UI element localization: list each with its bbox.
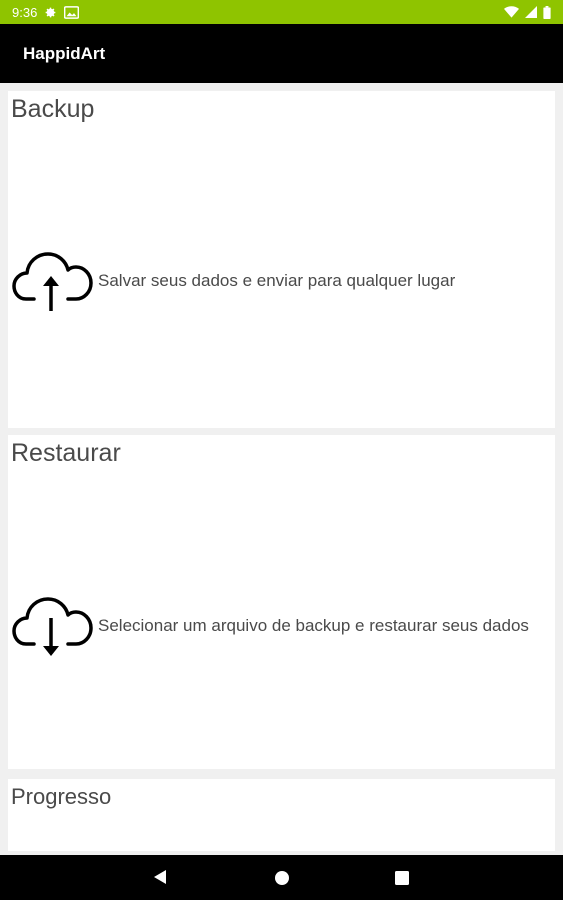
cloud-download-icon (12, 588, 94, 663)
settings-icon (44, 6, 57, 19)
back-icon[interactable] (153, 869, 167, 890)
restore-title: Restaurar (11, 439, 121, 467)
restore-body[interactable]: Selecionar um arquivo de backup e restau… (12, 588, 538, 663)
backup-description: Salvar seus dados e enviar para qualquer… (98, 270, 456, 290)
progress-title: Progresso (11, 784, 112, 809)
progress-card: Progresso (8, 779, 555, 851)
backup-body[interactable]: Salvar seus dados e enviar para qualquer… (12, 243, 538, 318)
nav-bar (0, 855, 563, 900)
wifi-icon (504, 6, 519, 18)
recents-icon[interactable] (395, 871, 409, 890)
app-bar: HappidArt (0, 24, 563, 83)
status-left: 9:36 (12, 4, 80, 20)
cloud-upload-icon (12, 243, 94, 318)
signal-icon (525, 6, 537, 18)
backup-title: Backup (11, 95, 95, 123)
home-icon[interactable] (275, 871, 289, 890)
backup-card[interactable]: Backup Salvar seus dados e enviar para q… (8, 91, 555, 428)
app-title: HappidArt (23, 43, 106, 63)
battery-icon (543, 5, 551, 19)
content-area: Backup Salvar seus dados e enviar para q… (0, 83, 563, 855)
restore-card[interactable]: Restaurar Selecionar um arquivo de backu… (8, 435, 555, 769)
restore-description: Selecionar um arquivo de backup e restau… (98, 615, 529, 635)
status-bar: 9:36 (0, 0, 563, 24)
photo-icon (64, 5, 80, 19)
status-time: 9:36 (12, 4, 38, 20)
status-right (504, 5, 551, 19)
